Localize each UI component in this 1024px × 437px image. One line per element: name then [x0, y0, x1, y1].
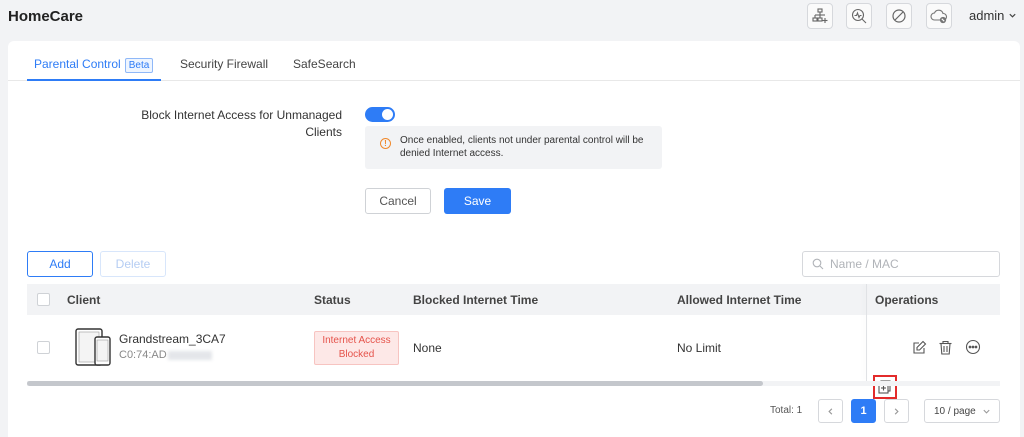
status-badge: Internet Access Blocked [314, 331, 399, 365]
block-unmanaged-label: Block Internet Access for Unmanaged Clie… [141, 108, 342, 139]
blocked-time-cell: None [413, 341, 442, 355]
save-button[interactable]: Save [444, 188, 511, 214]
active-tab-indicator [27, 79, 161, 81]
client-name: Grandstream_3CA7 [119, 332, 226, 346]
delete-icon[interactable] [933, 335, 957, 359]
search-box[interactable] [802, 251, 1000, 277]
tab-security-firewall[interactable]: Security Firewall [180, 57, 268, 71]
column-client: Client [67, 293, 101, 307]
notice-box: ! Once enabled, clients not under parent… [365, 126, 662, 169]
chevron-left-icon [828, 407, 833, 415]
search-icon [812, 258, 824, 270]
column-blocked-time: Blocked Internet Time [413, 293, 539, 307]
tab-label: Parental Control [34, 57, 121, 71]
user-name: admin [969, 8, 1005, 23]
toggle-knob [382, 109, 393, 120]
notice-text: Once enabled, clients not under parental… [400, 135, 644, 159]
total-count: Total: 1 [770, 405, 803, 416]
column-operations: Operations [875, 293, 939, 307]
cloud-icon[interactable] [926, 3, 952, 29]
select-all-checkbox[interactable] [37, 293, 50, 306]
previous-page-button[interactable] [818, 399, 843, 423]
tab-parental-control[interactable]: Parental Control Beta [34, 57, 154, 73]
add-button[interactable]: Add [27, 251, 93, 277]
page-1-button[interactable]: 1 [851, 399, 876, 423]
top-bar: HomeCare admin [0, 0, 1024, 40]
search-input[interactable] [830, 257, 990, 271]
block-icon[interactable] [886, 3, 912, 29]
add-rule-icon[interactable] [873, 375, 897, 399]
client-mac: C0:74:AD [119, 349, 212, 361]
tablet-phone-icon [75, 328, 111, 366]
row-checkbox[interactable] [37, 341, 50, 354]
operations-column-divider [866, 284, 867, 381]
beta-badge: Beta [124, 58, 154, 73]
table-header: Client Status Blocked Internet Time Allo… [27, 284, 1000, 315]
allowed-time-cell: No Limit [677, 341, 722, 355]
scrollbar-thumb[interactable] [27, 381, 763, 386]
table-row: Grandstream_3CA7 C0:74:AD Internet Acces… [27, 315, 1000, 399]
mac-redaction [167, 350, 212, 360]
more-options-icon[interactable] [961, 335, 985, 359]
edit-icon[interactable] [907, 335, 931, 359]
status-line-2: Blocked [338, 349, 375, 360]
page-size-select[interactable]: 10 / page [924, 399, 1000, 423]
tab-bar: Parental Control Beta Security Firewall S… [8, 41, 1020, 81]
mac-prefix: C0:74:AD [119, 349, 167, 361]
column-status: Status [314, 293, 351, 307]
delete-button[interactable]: Delete [100, 251, 166, 277]
main-card: Parental Control Beta Security Firewall S… [8, 41, 1020, 437]
diagnostics-icon[interactable] [846, 3, 872, 29]
page-size-value: 10 / page [934, 405, 976, 417]
app-title: HomeCare [8, 8, 84, 25]
chevron-down-icon [1009, 13, 1017, 18]
network-topology-icon[interactable] [807, 3, 833, 29]
chevron-down-icon [983, 409, 990, 414]
chevron-right-icon [894, 407, 899, 415]
warning-icon: ! [380, 138, 391, 149]
horizontal-scrollbar[interactable] [27, 381, 1000, 386]
cancel-button[interactable]: Cancel [365, 188, 431, 214]
tab-safesearch[interactable]: SafeSearch [293, 57, 356, 71]
status-line-1: Internet Access [322, 335, 391, 346]
next-page-button[interactable] [884, 399, 909, 423]
user-menu[interactable]: admin [969, 8, 1017, 23]
column-allowed-time: Allowed Internet Time [677, 293, 802, 307]
block-unmanaged-toggle[interactable] [365, 107, 395, 122]
